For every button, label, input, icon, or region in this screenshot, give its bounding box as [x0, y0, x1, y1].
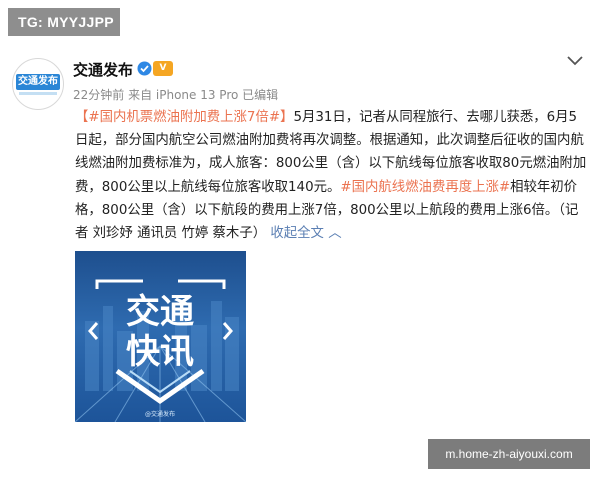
traffic-news-graphic: 交通 快讯 @交通发布	[75, 279, 246, 422]
hashtag-domestic-fuel[interactable]: #国内航线燃油费再度上涨#	[340, 180, 510, 195]
collapse-link[interactable]: 收起全文 ︿	[270, 226, 341, 241]
author-name[interactable]: 交通发布	[73, 59, 133, 80]
level-badge-icon: V	[153, 61, 173, 76]
avatar-underline	[19, 92, 57, 95]
image-title-1: 交通	[126, 292, 194, 332]
chevron-down-icon[interactable]	[566, 54, 584, 68]
avatar[interactable]: 交通发布	[12, 58, 64, 110]
verified-icon	[137, 61, 152, 76]
post-image[interactable]: 交通 快讯 @交通发布	[75, 251, 246, 422]
image-title-2: 快讯	[126, 332, 194, 372]
image-caption: @交通发布	[145, 410, 175, 418]
post-text: 【#国内机票燃油附加费上涨7倍#】5月31日，记者从同程旅行、去哪儿获悉，6月5…	[75, 106, 587, 245]
chevron-up-icon: ︿	[328, 226, 342, 242]
watermark-top: TG: MYYJJPP	[8, 8, 120, 36]
post-meta: 22分钟前 来自 iPhone 13 Pro 已编辑	[73, 88, 279, 102]
watermark-bottom: m.home-zh-aiyouxi.com	[428, 439, 590, 469]
hashtag-fuel-surcharge[interactable]: 【#国内机票燃油附加费上涨7倍#】	[75, 110, 293, 125]
avatar-label: 交通发布	[16, 74, 60, 90]
